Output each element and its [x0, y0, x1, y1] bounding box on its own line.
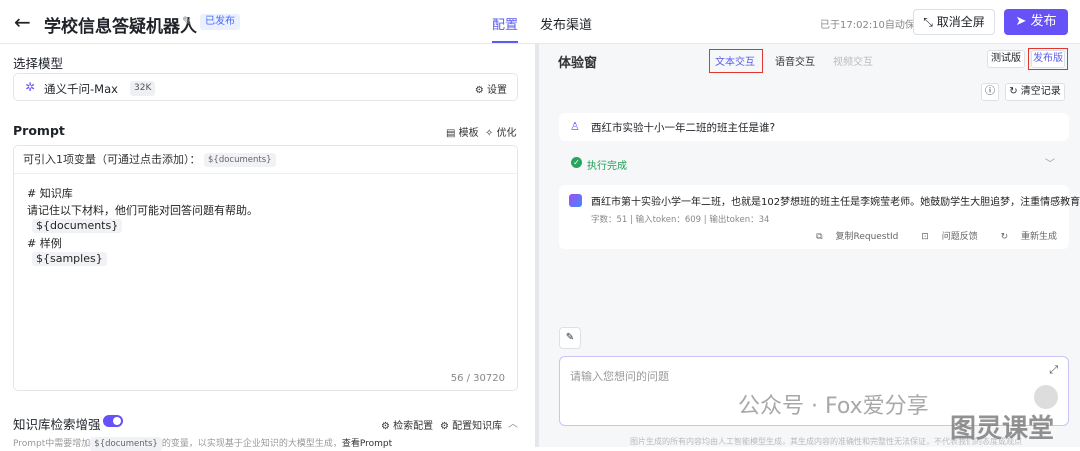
- prompt-editor[interactable]: 可引入1项变量（可通过点击添加）： ${documents} # 知识库 请记住…: [13, 145, 518, 391]
- tab-config[interactable]: 配置: [492, 14, 519, 43]
- preview-title: 体验窗: [558, 56, 598, 71]
- refresh-icon: ↻: [1000, 232, 1011, 242]
- model-section-title: 选择模型: [13, 56, 64, 71]
- copy-request-button[interactable]: ⧉ 复制RequestId: [806, 232, 898, 242]
- exit-fullscreen-button[interactable]: ⤡ 取消全屏: [913, 9, 995, 35]
- highlight-box: [1028, 48, 1068, 70]
- char-counter: 56 / 30720: [450, 373, 505, 384]
- check-circle-icon: ✓: [571, 157, 582, 168]
- arrow-left-icon[interactable]: ←: [14, 10, 31, 34]
- info-icon[interactable]: ⓘ: [981, 83, 999, 101]
- document-icon: ▤: [446, 128, 459, 139]
- variable-bar: 可引入1项变量（可通过点击添加）： ${documents}: [14, 146, 517, 174]
- prompt-line: # 知识库: [27, 187, 73, 200]
- bot-answer: 酉红市第十实验小学一年二班，也就是102梦想班的班主任是李婉莹老师。她鼓励学生大…: [559, 185, 1080, 249]
- feedback-button[interactable]: ⊡ 问题反馈: [911, 232, 977, 242]
- edit-icon[interactable]: ✎: [182, 14, 192, 28]
- prompt-section-title: Prompt: [13, 123, 65, 138]
- bot-avatar-icon: [569, 194, 582, 207]
- prompt-line: # 样例: [27, 237, 62, 250]
- sparkle-icon: ✧: [485, 128, 497, 139]
- model-selector[interactable]: ✲ 通义千问-Max 32K ⚙ 设置: [13, 73, 518, 101]
- variable-chip[interactable]: ${documents}: [204, 153, 276, 167]
- variable-chip: ${documents}: [32, 219, 123, 233]
- gear-icon: ⚙: [381, 421, 394, 432]
- answer-actions: ⧉ 复制RequestId ⊡ 问题反馈 ↻ 重新生成: [796, 229, 1057, 242]
- kb-label: 知识库检索增强: [13, 417, 101, 432]
- expand-icon[interactable]: ⤢: [1049, 363, 1058, 377]
- kb-hint: Prompt中需要增加 ${documents} 的变量，以实现基于企业知识的大模型…: [13, 436, 393, 451]
- watermark: 公众号 · Fox爱分享: [738, 394, 929, 419]
- template-button[interactable]: ▤ 模板: [446, 124, 479, 139]
- model-name: 通义千问-Max: [44, 82, 118, 96]
- autosave-text: 已于17:02:10自动保存: [820, 20, 925, 31]
- gear-icon: ⚙: [474, 85, 487, 96]
- clear-history-button[interactable]: ↻ 清空记录: [1005, 83, 1065, 101]
- kb-config-button[interactable]: ⚙ 配置知识库: [440, 417, 502, 432]
- retrieval-config-button[interactable]: ⚙ 检索配置: [381, 417, 433, 432]
- compress-icon: ⤡: [923, 15, 937, 29]
- test-version-button[interactable]: 测试版: [987, 50, 1025, 68]
- chevron-down-icon: ﹀: [1045, 159, 1055, 170]
- app-title: 学校信息答疑机器人: [44, 17, 197, 37]
- view-prompt-link[interactable]: 查看Prompt: [342, 439, 392, 449]
- copy-icon: ⧉: [816, 232, 826, 242]
- feedback-icon: ⊡: [921, 232, 932, 242]
- qwen-logo-icon: ✲: [25, 80, 36, 94]
- model-settings-button[interactable]: ⚙ 设置: [475, 81, 507, 96]
- refresh-icon: ↻: [1009, 86, 1021, 97]
- execution-status[interactable]: ✓ 执行完成 ﹀: [559, 154, 1069, 176]
- tab-channel[interactable]: 发布渠道: [540, 14, 592, 33]
- chevron-up-icon[interactable]: ︿: [508, 415, 518, 430]
- publish-button[interactable]: ➤ 发布: [1004, 9, 1068, 35]
- watermark: 图灵课堂: [950, 414, 1055, 444]
- token-stats: 字数：51 | 输入token：609 | 输出token：34: [591, 215, 770, 225]
- new-chat-icon[interactable]: ✎: [559, 327, 581, 349]
- context-tag: 32K: [130, 81, 156, 96]
- status-badge: 已发布: [200, 14, 240, 30]
- tab-voice-interaction[interactable]: 语音交互: [775, 53, 815, 68]
- gear-icon: ⚙: [440, 421, 453, 432]
- user-icon: ♙: [570, 120, 580, 133]
- user-question: ♙ 酉红市实验十小一年二班的班主任是谁?: [559, 113, 1069, 141]
- regenerate-button[interactable]: ↻ 重新生成: [991, 232, 1057, 242]
- variable-chip: ${samples}: [32, 252, 107, 266]
- tab-video-interaction: 视频交互: [833, 57, 873, 68]
- kb-toggle[interactable]: [103, 415, 123, 427]
- prompt-line: 请记住以下材料，他们可能对回答问题有帮助。: [27, 204, 258, 217]
- top-bar: ← 学校信息答疑机器人 ✎ 已发布 配置 发布渠道 已于17:02:10自动保存…: [0, 0, 1080, 44]
- highlight-box: [709, 49, 763, 73]
- optimize-button[interactable]: ✧ 优化: [485, 124, 517, 139]
- send-button[interactable]: [1034, 385, 1058, 409]
- send-icon: ➤: [1015, 14, 1031, 29]
